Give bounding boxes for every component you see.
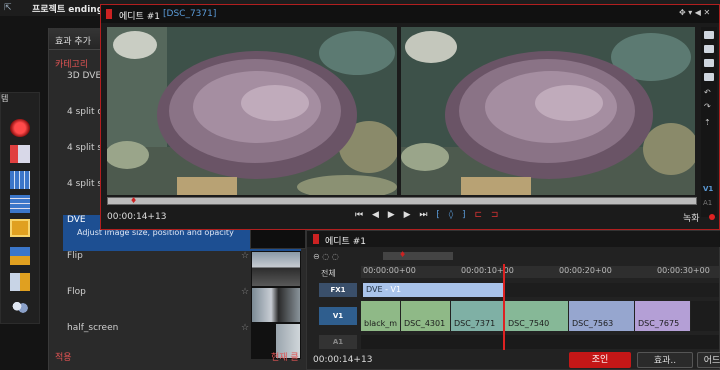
- favorite-star-icon[interactable]: ☆: [241, 251, 249, 261]
- ruler-tick: 00:00:10+00: [461, 266, 514, 275]
- ruler-tick: 00:00:30+00: [657, 266, 710, 275]
- undo-icon[interactable]: ↶: [704, 89, 714, 97]
- editor-flag-icon: [106, 9, 112, 19]
- all-tracks-label[interactable]: 전체: [321, 268, 336, 279]
- film-icon[interactable]: [10, 195, 30, 213]
- window-controls[interactable]: ✥ ▾ ◀ ✕: [679, 8, 710, 17]
- step-back-icon[interactable]: ◀: [372, 210, 382, 220]
- a1-track[interactable]: [361, 335, 719, 349]
- favorite-star-icon[interactable]: ☆: [241, 287, 249, 297]
- tool-palette: 템: [0, 92, 40, 324]
- effect-label: 3D DVE: [67, 71, 102, 81]
- layout-icon[interactable]: [704, 59, 714, 67]
- favorite-star-icon[interactable]: ☆: [241, 323, 249, 333]
- editor-timecode: 00:00:14+13: [107, 212, 167, 222]
- clip-out-icon[interactable]: ⊐: [491, 210, 502, 220]
- timeline-window: 에디트 #1 ⊖ ◌ ◌ ♦ 전체 00:00:00+00 00:00:10+0…: [306, 230, 720, 370]
- editor-title-bar: 에디트 #1 [DSC_7371] ✥ ▾ ◀ ✕: [101, 5, 719, 23]
- effect-label: DVE: [67, 215, 86, 225]
- effect-label: Flip: [67, 251, 83, 261]
- layout-icon[interactable]: [704, 31, 714, 39]
- grid-icon[interactable]: [10, 171, 30, 189]
- track-a1-indicator[interactable]: A1: [703, 199, 712, 207]
- effect-thumbnail: [251, 287, 301, 323]
- zoom-marker-icon[interactable]: ♦: [399, 251, 406, 259]
- layout-icon[interactable]: [704, 73, 714, 81]
- advanced-button[interactable]: 어드: [697, 352, 720, 368]
- editor-title: 에디트 #1: [119, 12, 160, 22]
- ruler-tick: 00:00:00+00: [363, 266, 416, 275]
- layout-icon[interactable]: [704, 45, 714, 53]
- category-label: 카테고리: [55, 60, 89, 70]
- effects-button[interactable]: 효과..: [637, 352, 693, 368]
- record-dot-icon[interactable]: [709, 214, 715, 220]
- effect-label: Flop: [67, 287, 86, 297]
- timeline-flag-icon: [313, 234, 319, 244]
- source-video-frame: [107, 27, 397, 195]
- clip-black-m[interactable]: black_m: [361, 301, 401, 331]
- scrub-bar[interactable]: ♦: [107, 197, 697, 205]
- apply-label: 적용: [55, 353, 72, 363]
- effect-label: 4 split s: [67, 179, 103, 189]
- dve-effect-clip[interactable]: DVE - V1: [363, 283, 505, 297]
- zoom-tools[interactable]: ⊖ ◌ ◌: [313, 252, 339, 261]
- clip-dsc-7540[interactable]: DSC_7540: [505, 301, 569, 331]
- tool-palette-header: 템: [1, 94, 9, 103]
- timeline-playhead[interactable]: [503, 264, 505, 350]
- dve-clip-label: DVE: [366, 285, 383, 294]
- transport-controls: ⏮ ◀ ▶ ▶ ⏭ ⁅ ◊ ⁆ ⊏ ⊐: [355, 210, 501, 220]
- clip-dsc-4301[interactable]: DSC_4301: [401, 301, 451, 331]
- users-icon[interactable]: [10, 299, 30, 317]
- track-label-v1[interactable]: V1: [319, 307, 357, 325]
- capture-icon[interactable]: [10, 145, 30, 163]
- clip-dsc-7563[interactable]: DSC_7563: [569, 301, 635, 331]
- timeline-title-bar: 에디트 #1: [307, 231, 720, 247]
- step-forward-icon[interactable]: ▶: [404, 210, 414, 220]
- editor-window: 에디트 #1 [DSC_7371] ✥ ▾ ◀ ✕ ↶ ↷ ⇡ V1 A1 ♦ …: [100, 4, 720, 230]
- track-label-fx1[interactable]: FX1: [319, 283, 357, 297]
- mark-in-icon[interactable]: ⁅: [436, 210, 443, 220]
- clip-dsc-7675[interactable]: DSC_7675: [635, 301, 691, 331]
- program-video-frame: [401, 27, 695, 195]
- redo-icon[interactable]: ↷: [704, 103, 714, 111]
- dve-clip-suffix: - V1: [382, 285, 402, 294]
- play-icon[interactable]: ▶: [388, 210, 398, 220]
- effect-thumbnail: [251, 251, 301, 287]
- effect-label: 4 split s: [67, 143, 103, 153]
- folder-icon[interactable]: [10, 219, 30, 237]
- effects-panel-title: 효과 추가: [55, 37, 91, 47]
- exit-icon[interactable]: ⇱: [4, 3, 18, 13]
- skip-to-end-icon[interactable]: ⏭: [419, 210, 430, 220]
- effect-label: 4 split c: [67, 107, 103, 117]
- record-label[interactable]: 녹화: [683, 211, 700, 224]
- program-viewer[interactable]: [401, 27, 695, 195]
- export-icon[interactable]: [10, 273, 30, 291]
- upload-icon[interactable]: ⇡: [704, 119, 714, 127]
- ruler-tick: 00:00:20+00: [559, 266, 612, 275]
- effect-item-half-screen[interactable]: half_screen ☆: [63, 323, 301, 359]
- record-icon[interactable]: [10, 119, 30, 137]
- track-v1-indicator[interactable]: V1: [703, 185, 713, 193]
- editor-side-toolbar: ↶ ↷ ⇡ V1 A1: [701, 27, 717, 217]
- timeline-timecode: 00:00:14+13: [313, 355, 373, 365]
- editor-clip-name: [DSC_7371]: [163, 9, 217, 19]
- playhead-marker-icon[interactable]: ♦: [130, 197, 137, 205]
- time-ruler[interactable]: 00:00:00+00 00:00:10+00 00:00:20+00 00:0…: [361, 266, 719, 278]
- project-title: 프로젝트 ending: [32, 5, 104, 15]
- clip-in-icon[interactable]: ⊏: [474, 210, 485, 220]
- timeline-title: 에디트 #1: [325, 237, 366, 247]
- skip-to-start-icon[interactable]: ⏮: [355, 210, 366, 220]
- source-viewer[interactable]: [107, 27, 397, 195]
- clip-dsc-7371[interactable]: DSC_7371: [451, 301, 505, 331]
- effect-item-flop[interactable]: Flop ☆: [63, 287, 301, 323]
- join-button[interactable]: 조인: [569, 352, 631, 368]
- track-label-a1[interactable]: A1: [319, 335, 357, 349]
- effect-item-flip[interactable]: Flip ☆: [63, 251, 301, 287]
- effect-label: half_screen: [67, 323, 119, 333]
- network-icon[interactable]: [10, 247, 30, 265]
- mark-icon[interactable]: ◊: [449, 210, 456, 220]
- current-clip-label: 현재 클: [271, 353, 299, 363]
- mark-out-icon[interactable]: ⁆: [462, 210, 469, 220]
- zoom-slider[interactable]: ♦: [383, 251, 453, 260]
